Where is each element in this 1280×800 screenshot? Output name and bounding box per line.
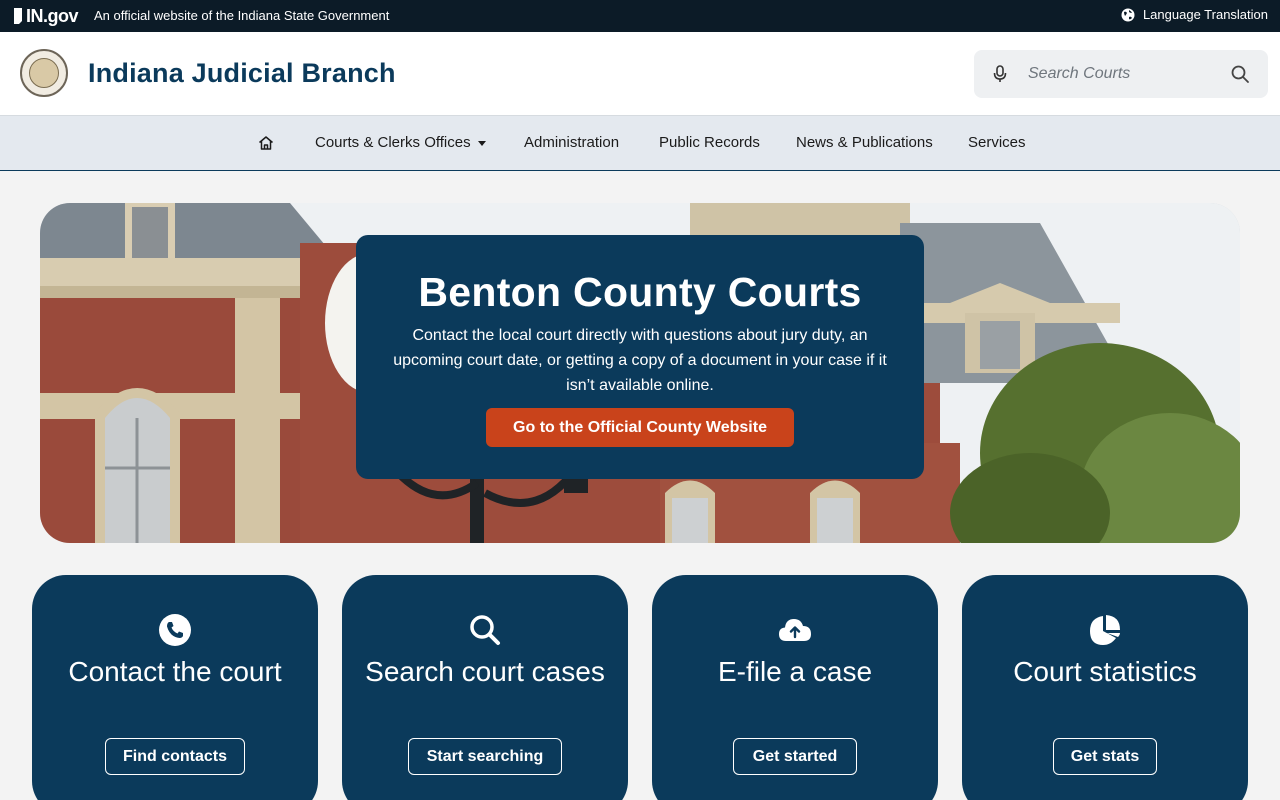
nav-item-label: Courts & Clerks Offices [315, 134, 471, 151]
site-title[interactable]: Indiana Judicial Branch [88, 58, 396, 89]
official-website-notice: An official website of the Indiana State… [94, 8, 390, 23]
search-cases-card[interactable]: Search court cases Start searching [342, 575, 628, 800]
county-info-card: Benton County Courts Contact the local c… [356, 235, 924, 479]
county-courts-description: Contact the local court directly with qu… [393, 327, 887, 394]
language-translation-button[interactable]: Language Translation [1121, 7, 1268, 22]
search-icon[interactable] [1230, 64, 1250, 84]
nav-item-public-records[interactable]: Public Records [659, 134, 760, 151]
cloud-upload-icon [779, 619, 811, 641]
efile-case-card[interactable]: E-file a case Get started [652, 575, 938, 800]
nav-item-courts-clerks-offices[interactable]: Courts & Clerks Offices [315, 134, 486, 151]
globe-icon [1121, 8, 1135, 21]
nav-item-news-publications[interactable]: News & Publications [796, 134, 933, 151]
get-started-button[interactable]: Get started [733, 738, 857, 775]
search-bar [974, 50, 1268, 98]
card-title: E-file a case [717, 656, 873, 687]
find-contacts-button[interactable]: Find contacts [105, 738, 245, 775]
court-statistics-card[interactable]: Court statistics Get stats [962, 575, 1248, 800]
card-title: Court statistics [1013, 656, 1197, 687]
phone-icon [159, 614, 191, 646]
indiana-state-icon [14, 8, 22, 24]
search-icon [470, 615, 500, 645]
site-header: Indiana Judicial Branch [0, 32, 1280, 116]
language-translation-label: Language Translation [1142, 7, 1268, 22]
home-icon[interactable] [257, 134, 275, 152]
get-stats-button[interactable]: Get stats [1053, 738, 1157, 775]
gov-banner: IN.gov An official website of the Indian… [0, 0, 1280, 32]
start-searching-button[interactable]: Start searching [408, 738, 562, 775]
pie-chart-icon [1090, 615, 1120, 645]
official-county-website-button[interactable]: Go to the Official County Website [486, 408, 794, 447]
nav-item-services[interactable]: Services [968, 134, 1026, 151]
microphone-icon[interactable] [990, 64, 1010, 84]
in-gov-logo[interactable]: IN.gov [12, 5, 79, 26]
main-navigation: Courts & Clerks Offices Administration P… [0, 116, 1280, 171]
nav-item-administration[interactable]: Administration [524, 134, 619, 151]
seal-center [29, 58, 59, 88]
card-title: Contact the court [68, 656, 282, 687]
chevron-down-icon [477, 140, 486, 146]
indiana-state-seal-logo[interactable] [20, 49, 68, 97]
in-gov-logo-text: IN.gov [26, 5, 79, 26]
contact-court-card[interactable]: Contact the court Find contacts [32, 575, 318, 800]
county-courts-heading: Benton County Courts [418, 269, 862, 315]
card-title: Search court cases [365, 656, 605, 687]
hero-banner: Benton County Courts Contact the local c… [40, 203, 1240, 543]
search-input[interactable] [1028, 62, 1228, 86]
